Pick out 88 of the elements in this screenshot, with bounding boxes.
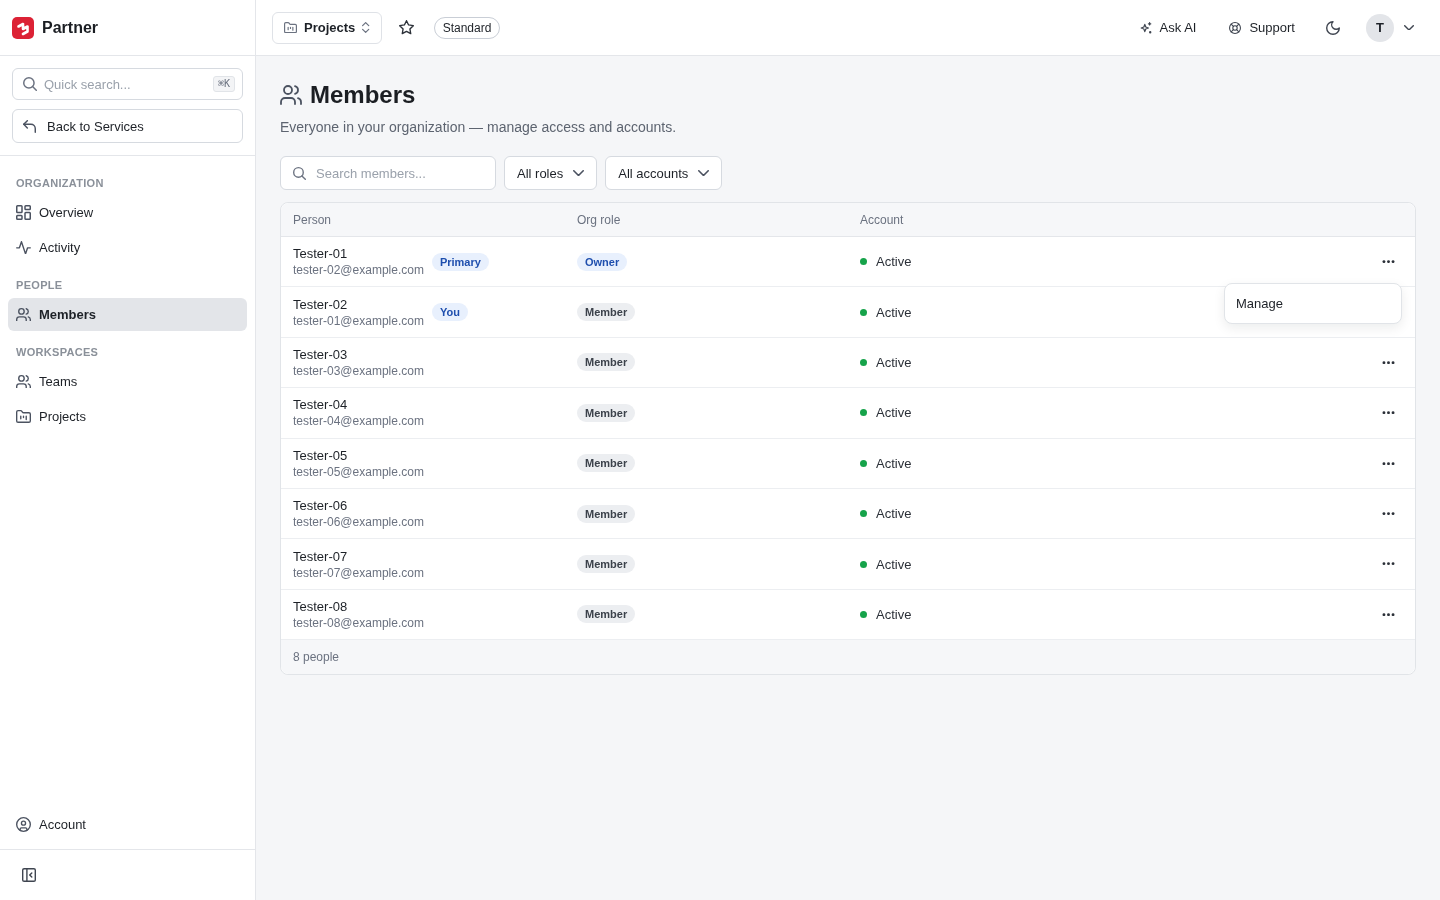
account-status: Active [876,606,912,622]
account-status: Active [876,556,912,572]
search-icon [23,77,37,91]
column-header: Person [292,212,333,227]
grid-icon [16,205,31,220]
person-name: Tester-08 [293,597,349,615]
row-count: 8 people [293,650,340,665]
filter-dropdown[interactable]: All roles [504,156,598,190]
search-field[interactable]: Search members... [280,156,496,190]
account-status: Active [876,506,912,522]
account-status: Active [876,304,912,320]
star-icon [399,20,415,35]
person-email: tester-08@example.com [293,614,424,631]
column-header: Org role [576,212,622,227]
ellipsis-icon [1381,512,1395,516]
person-email: tester-03@example.com [293,362,424,379]
moon-icon [1326,20,1340,35]
sidebar-item[interactable]: Overview [8,196,247,229]
ellipsis-icon [1381,360,1395,365]
logo-icon [12,16,34,39]
person-name: Tester-02 [293,295,349,313]
users-icon [16,374,31,389]
role-tag: Member [577,353,636,372]
person-tag: You [431,303,468,322]
section-label: WORKSPACES [15,345,100,359]
toolbar-button[interactable]: Ask AI [1131,13,1205,42]
role-tag: Member [577,555,636,574]
person-email: tester-02@example.com [293,262,424,279]
ellipsis-icon [1381,612,1395,617]
person-name: Tester-07 [293,547,349,565]
person-name: Tester-03 [293,345,349,363]
person-name: Tester-06 [293,497,349,515]
lifebuoy-icon [1229,21,1242,34]
brand-name: Partner [42,18,99,37]
shortcut-key: ⌘K [212,76,235,92]
menu-item[interactable]: Manage [1229,288,1397,319]
account-status: Active [876,354,912,370]
chevron-down-icon [1404,24,1414,31]
sidebar-item[interactable]: Teams [8,365,247,398]
role-tag: Member [577,605,636,624]
folder-icon [16,410,31,423]
folder-icon [284,21,297,34]
person-email: tester-04@example.com [293,413,424,430]
role-tag: Member [577,303,636,322]
users-icon [16,307,31,322]
role-tag: Owner [577,252,628,271]
role-tag: Member [577,504,636,523]
chevron-down-icon [573,169,585,177]
return-arrow-icon [23,119,36,133]
sidebar-item[interactable]: Account [8,808,247,841]
sidebar-panel-icon [22,868,36,882]
sidebar-item[interactable]: Members [8,298,247,331]
person-email: tester-05@example.com [293,463,424,480]
person-name: Tester-01 [293,245,349,263]
toolbar-button[interactable]: Support [1221,13,1303,42]
ellipsis-icon [1381,260,1395,264]
avatar-button[interactable]: T [1366,13,1394,42]
account-status: Active [876,455,912,471]
chevron-up-down-icon [362,22,370,33]
person-email: tester-01@example.com [293,312,424,329]
column-header: Account [859,212,905,227]
section-label: PEOPLE [15,278,64,292]
account-status: Active [876,254,912,270]
pulse-icon [16,240,31,255]
role-tag: Member [577,403,636,422]
ellipsis-icon [1381,461,1395,465]
user-circle-icon [16,817,31,832]
person-name: Tester-04 [293,396,349,414]
ellipsis-icon [1381,562,1395,566]
section-label: ORGANIZATION [15,176,105,190]
search-icon [293,166,306,180]
role-tag: Member [577,454,636,473]
person-email: tester-06@example.com [293,514,424,531]
ellipsis-icon [1381,411,1395,415]
account-status: Active [876,405,912,421]
sparkle-icon [1139,21,1152,34]
person-name: Tester-05 [293,446,349,464]
filter-dropdown[interactable]: All accounts [605,156,723,190]
page-title: Members [310,80,416,110]
chevron-down-icon [698,169,710,177]
project-switcher[interactable]: Projects [272,11,382,44]
back-button[interactable]: Back to Services [12,109,243,143]
person-tag: Primary [431,252,489,271]
sidebar-item[interactable]: Activity [8,231,247,264]
users-icon [280,85,302,105]
person-email: tester-07@example.com [293,564,424,581]
page-description: Everyone in your organization — manage access and accounts. [280,118,678,137]
sidebar-item[interactable]: Projects [8,400,247,433]
